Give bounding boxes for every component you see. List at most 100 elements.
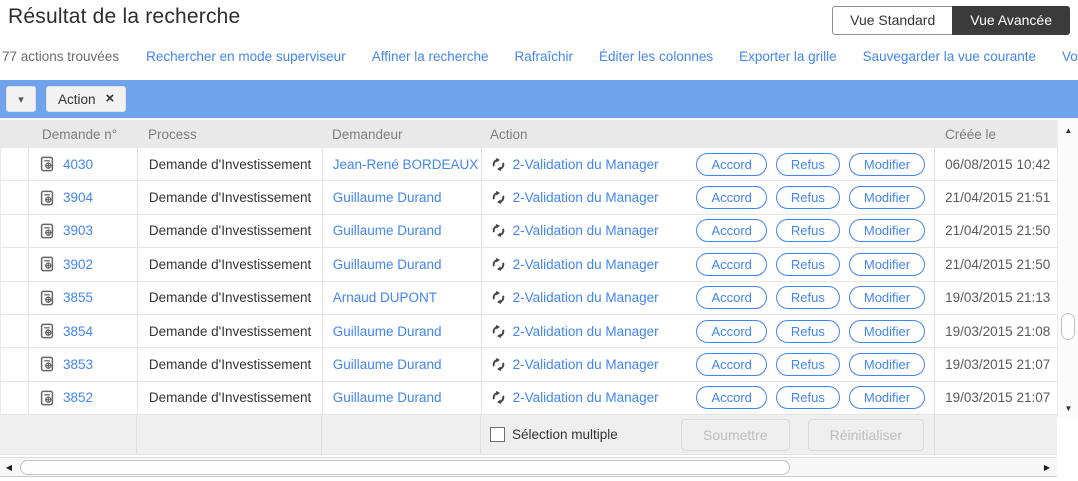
request-id-link[interactable]: 3853 <box>63 357 93 372</box>
table-row: 3904 Demande d'Investissement Guillaume … <box>0 181 1057 214</box>
reset-button[interactable]: Réinitialiser <box>808 419 924 451</box>
row-actions: Accord Refus Modifier <box>696 186 925 209</box>
request-id-link[interactable]: 3855 <box>63 290 93 305</box>
modifier-button[interactable]: Modifier <box>849 320 925 343</box>
action-step-link[interactable]: 2-Validation du Manager <box>513 324 659 339</box>
requester-link[interactable]: Guillaume Durand <box>333 190 442 205</box>
row-actions: Accord Refus Modifier <box>696 253 925 276</box>
document-gear-icon <box>39 156 55 172</box>
refus-button[interactable]: Refus <box>776 286 840 309</box>
link-exporter-grille[interactable]: Exporter la grille <box>739 49 837 64</box>
modifier-button[interactable]: Modifier <box>849 219 925 242</box>
created-date: 19/03/2015 21:13 <box>945 290 1050 305</box>
document-gear-icon <box>39 390 55 406</box>
action-step-link[interactable]: 2-Validation du Manager <box>513 390 659 405</box>
link-sauvegarder-vue[interactable]: Sauvegarder la vue courante <box>863 49 1036 64</box>
process-name: Demande d'Investissement <box>149 290 311 305</box>
link-editer-colonnes[interactable]: Éditer les colonnes <box>599 49 713 64</box>
scroll-up-icon[interactable]: ▲ <box>1058 122 1078 138</box>
accord-button[interactable]: Accord <box>696 186 766 209</box>
modifier-button[interactable]: Modifier <box>849 186 925 209</box>
modifier-button[interactable]: Modifier <box>849 253 925 276</box>
multi-select-checkbox[interactable] <box>490 427 505 442</box>
col-header-demandeur[interactable]: Demandeur <box>322 127 481 142</box>
scroll-left-icon[interactable]: ◀ <box>1 458 17 476</box>
requester-link[interactable]: Guillaume Durand <box>333 357 442 372</box>
view-advanced-button[interactable]: Vue Avancée <box>952 6 1070 35</box>
filter-dropdown-button[interactable]: ▾ <box>6 86 36 112</box>
vertical-scrollbar[interactable]: ▲ ▼ <box>1057 120 1078 418</box>
request-id-link[interactable]: 3852 <box>63 390 93 405</box>
action-step-link[interactable]: 2-Validation du Manager <box>513 157 659 172</box>
created-date: 19/03/2015 21:07 <box>945 357 1050 372</box>
col-header-demande[interactable]: Demande n° <box>28 127 137 142</box>
table-body: 4030 Demande d'Investissement Jean-René … <box>0 148 1057 415</box>
vertical-scrollbar-thumb[interactable] <box>1061 313 1075 340</box>
action-step-link[interactable]: 2-Validation du Manager <box>513 190 659 205</box>
accord-button[interactable]: Accord <box>696 320 766 343</box>
horizontal-scrollbar[interactable]: ◀ ▶ <box>0 457 1057 477</box>
accord-button[interactable]: Accord <box>696 386 766 409</box>
row-actions: Accord Refus Modifier <box>696 320 925 343</box>
col-header-creee-le[interactable]: Créée le <box>935 127 1057 142</box>
table-row: 3854 Demande d'Investissement Guillaume … <box>0 315 1057 348</box>
requester-link[interactable]: Guillaume Durand <box>333 390 442 405</box>
modifier-button[interactable]: Modifier <box>849 386 925 409</box>
accord-button[interactable]: Accord <box>696 219 766 242</box>
request-id-link[interactable]: 3854 <box>63 324 93 339</box>
refus-button[interactable]: Refus <box>776 186 840 209</box>
scroll-right-icon[interactable]: ▶ <box>1039 458 1055 476</box>
requester-link[interactable]: Guillaume Durand <box>333 257 442 272</box>
remove-icon[interactable]: × <box>106 92 115 106</box>
table-row: 3903 Demande d'Investissement Guillaume … <box>0 215 1057 248</box>
request-id-link[interactable]: 3903 <box>63 223 93 238</box>
accord-button[interactable]: Accord <box>696 153 766 176</box>
accord-button[interactable]: Accord <box>696 253 766 276</box>
request-id-link[interactable]: 3904 <box>63 190 93 205</box>
refus-button[interactable]: Refus <box>776 353 840 376</box>
requester-link[interactable]: Jean-René BORDEAUX <box>333 157 479 172</box>
result-count: 77 actions trouvées <box>2 49 119 64</box>
action-step-link[interactable]: 2-Validation du Manager <box>513 257 659 272</box>
modifier-button[interactable]: Modifier <box>849 286 925 309</box>
refus-button[interactable]: Refus <box>776 153 840 176</box>
filter-bar: ▾ Action × <box>0 80 1078 118</box>
filter-chip-label: Action <box>58 92 96 107</box>
document-gear-icon <box>39 256 55 272</box>
request-id-link[interactable]: 4030 <box>63 157 93 172</box>
col-header-action[interactable]: Action <box>481 127 935 142</box>
table-footer: Sélection multiple Soumettre Réinitialis… <box>0 415 1057 455</box>
refus-button[interactable]: Refus <box>776 253 840 276</box>
accord-button[interactable]: Accord <box>696 286 766 309</box>
document-gear-icon <box>39 223 55 239</box>
action-step-link[interactable]: 2-Validation du Manager <box>513 223 659 238</box>
refresh-icon <box>491 257 506 272</box>
view-standard-button[interactable]: Vue Standard <box>832 6 952 35</box>
refus-button[interactable]: Refus <box>776 386 840 409</box>
link-mode-superviseur[interactable]: Rechercher en mode superviseur <box>146 49 346 64</box>
row-actions: Accord Refus Modifier <box>696 286 925 309</box>
request-id-link[interactable]: 3902 <box>63 257 93 272</box>
modifier-button[interactable]: Modifier <box>849 153 925 176</box>
col-header-process[interactable]: Process <box>137 127 322 142</box>
action-step-link[interactable]: 2-Validation du Manager <box>513 357 659 372</box>
filter-chip-action[interactable]: Action × <box>46 86 126 112</box>
link-rafraichir[interactable]: Rafraîchir <box>515 49 574 64</box>
scroll-down-icon[interactable]: ▼ <box>1058 400 1078 416</box>
action-step-link[interactable]: 2-Validation du Manager <box>513 290 659 305</box>
refus-button[interactable]: Refus <box>776 219 840 242</box>
requester-link[interactable]: Guillaume Durand <box>333 223 442 238</box>
link-voir-graphique[interactable]: Voir le graphique <box>1062 49 1078 64</box>
requester-link[interactable]: Arnaud DUPONT <box>333 290 437 305</box>
modifier-button[interactable]: Modifier <box>849 353 925 376</box>
multi-select-label: Sélection multiple <box>512 427 618 442</box>
accord-button[interactable]: Accord <box>696 353 766 376</box>
process-name: Demande d'Investissement <box>149 190 311 205</box>
requester-link[interactable]: Guillaume Durand <box>333 324 442 339</box>
submit-button[interactable]: Soumettre <box>681 419 790 451</box>
refus-button[interactable]: Refus <box>776 320 840 343</box>
created-date: 21/04/2015 21:51 <box>945 190 1050 205</box>
link-affiner-recherche[interactable]: Affiner la recherche <box>372 49 489 64</box>
page-header: Résultat de la recherche Vue Standard Vu… <box>0 0 1078 40</box>
horizontal-scrollbar-thumb[interactable] <box>20 460 790 475</box>
